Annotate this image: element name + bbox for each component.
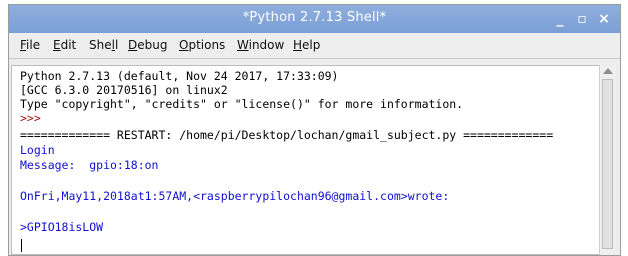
menu-bar: File Edit Shell Debug Options Window Hel… <box>9 33 620 59</box>
shell-text-area[interactable]: Python 2.7.13 (default, Nov 24 2017, 17:… <box>11 65 601 255</box>
text-cursor <box>21 239 22 252</box>
menu-window[interactable]: Window <box>237 38 284 52</box>
menu-help-label: elp <box>302 38 321 52</box>
menu-shell[interactable]: Shell <box>89 38 118 52</box>
menu-file[interactable]: File <box>20 38 40 52</box>
shell-output-reply-header: OnFri,May11,2018at1:57AM,<raspberrypiloc… <box>20 189 450 203</box>
shell-line-info: Type "copyright", "credits" or "license(… <box>20 97 464 111</box>
close-icon: × <box>598 11 610 27</box>
shell-output-gpio: >GPIO18isLOW <box>20 220 104 234</box>
menu-help[interactable]: Help <box>293 38 320 52</box>
window-controls: _ ▫ × <box>550 8 614 30</box>
shell-line-gcc: [GCC 6.3.0 20170516] on linux2 <box>20 83 228 97</box>
shell-output-message: Message: gpio:18:on <box>20 158 159 172</box>
menu-debug-label: ebug <box>137 38 168 52</box>
window-title: *Python 2.7.13 Shell* <box>242 10 387 25</box>
shell-prompt: >>> <box>20 111 41 125</box>
menu-options[interactable]: Options <box>179 38 225 52</box>
menu-edit[interactable]: Edit <box>53 38 76 52</box>
maximize-icon: ▫ <box>577 11 587 27</box>
minimize-button[interactable]: _ <box>550 8 570 30</box>
maximize-button[interactable]: ▫ <box>572 8 592 30</box>
menu-window-mnemonic: W <box>237 38 249 52</box>
vertical-scrollbar[interactable] <box>599 65 616 255</box>
minimize-icon: _ <box>556 11 564 27</box>
scroll-up-icon[interactable] <box>603 68 613 74</box>
shell-line-version: Python 2.7.13 (default, Nov 24 2017, 17:… <box>20 69 339 83</box>
menu-help-mnemonic: H <box>293 38 303 52</box>
menu-shell-label: l <box>114 38 119 52</box>
title-bar[interactable]: *Python 2.7.13 Shell* _ ▫ × <box>9 5 620 33</box>
close-button[interactable]: × <box>594 8 614 30</box>
menu-edit-mnemonic: E <box>53 38 61 52</box>
menu-options-label: ptions <box>188 38 226 52</box>
idle-shell-window: *Python 2.7.13 Shell* _ ▫ × File Edit Sh… <box>8 4 621 256</box>
menu-shell-prefix: She <box>89 38 112 52</box>
shell-line-restart: ============= RESTART: /home/pi/Desktop/… <box>20 128 554 142</box>
menu-debug[interactable]: Debug <box>128 38 167 52</box>
menu-debug-mnemonic: D <box>128 38 138 52</box>
scrollbar-thumb[interactable] <box>602 79 613 249</box>
menu-file-label: ile <box>26 38 41 52</box>
menu-window-label: indow <box>248 38 285 52</box>
shell-output-login: Login <box>20 143 55 157</box>
menu-edit-label: dit <box>60 38 77 52</box>
